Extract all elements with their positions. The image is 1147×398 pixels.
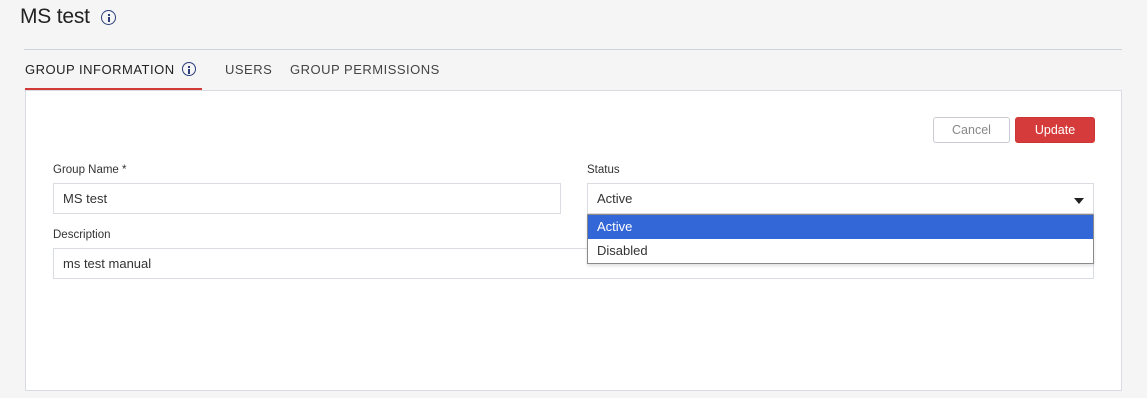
status-label: Status	[587, 164, 620, 176]
status-option-disabled[interactable]: Disabled	[588, 239, 1093, 263]
tab-label: GROUP PERMISSIONS	[290, 62, 440, 77]
tab-group-permissions[interactable]: GROUP PERMISSIONS	[290, 50, 440, 91]
group-name-label: Group Name *	[53, 164, 127, 176]
caret-down-icon[interactable]	[1074, 198, 1084, 204]
status-option-active[interactable]: Active	[588, 215, 1093, 239]
status-value: Active	[597, 191, 633, 206]
group-information-panel: Cancel Update Group Name * MS test Statu…	[25, 90, 1122, 391]
page-header: MS test	[0, 0, 1147, 40]
info-icon[interactable]	[101, 10, 116, 25]
cancel-button[interactable]: Cancel	[933, 117, 1010, 143]
tab-users[interactable]: USERS	[225, 50, 272, 91]
group-name-value: MS test	[63, 191, 108, 206]
status-select[interactable]: Active	[587, 183, 1094, 214]
tab-bar: GROUP INFORMATION USERS GROUP PERMISSION…	[25, 50, 1122, 91]
tab-label: GROUP INFORMATION	[25, 62, 175, 77]
description-label: Description	[53, 229, 111, 241]
description-value: ms test manual	[63, 256, 152, 271]
tab-group-information[interactable]: GROUP INFORMATION	[25, 50, 202, 91]
group-name-input[interactable]: MS test	[53, 183, 561, 214]
update-button[interactable]: Update	[1015, 117, 1095, 143]
tab-label: USERS	[225, 62, 273, 77]
page-title: MS test	[20, 5, 90, 28]
info-icon[interactable]	[181, 62, 196, 77]
status-dropdown-list: Active Disabled	[587, 214, 1094, 264]
